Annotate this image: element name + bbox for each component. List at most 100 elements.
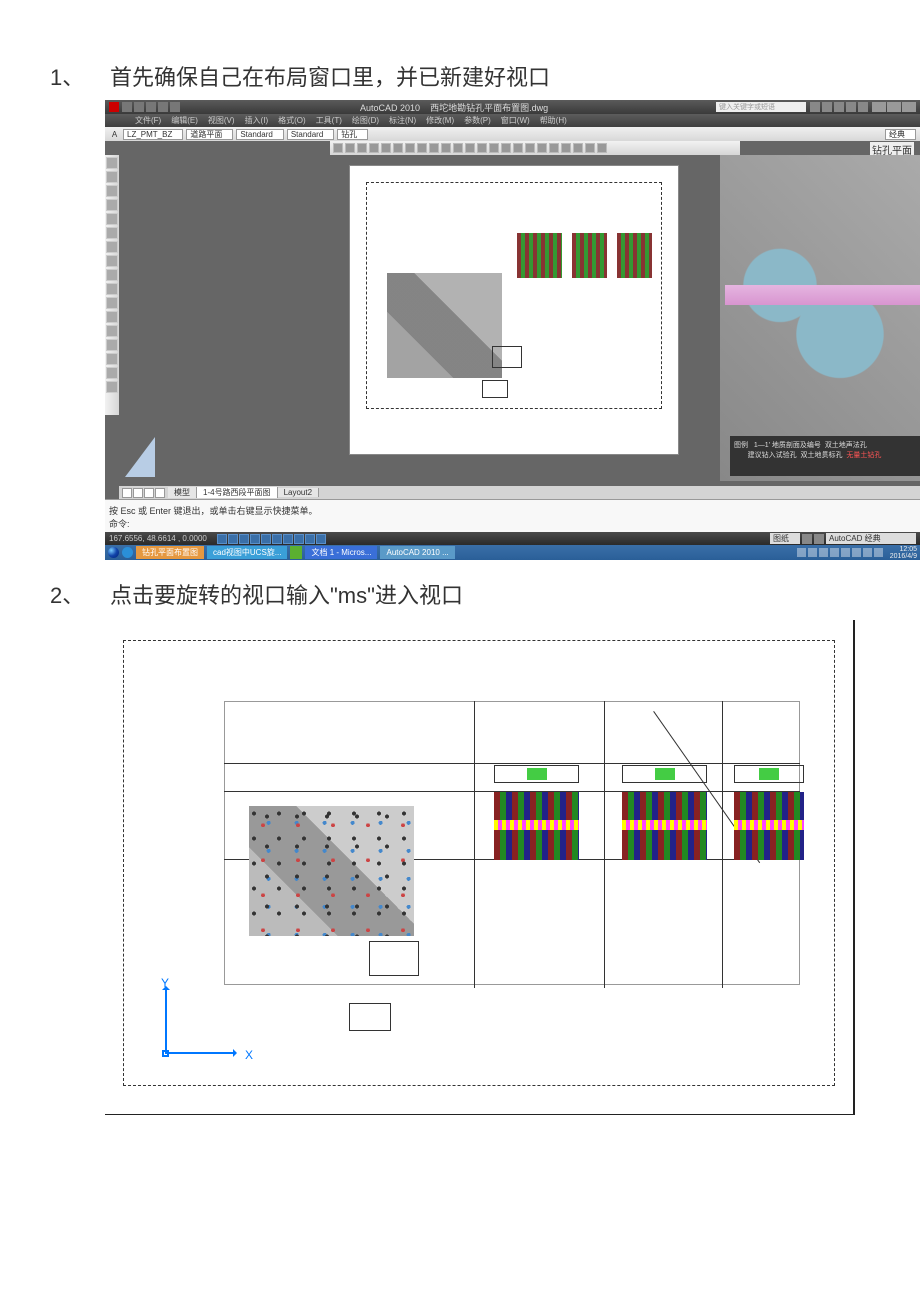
- preview-icon[interactable]: [381, 143, 391, 153]
- viewport-frame[interactable]: [366, 182, 662, 409]
- tab-layout1[interactable]: 1-4号路西段平面图: [197, 487, 278, 498]
- matchprop-icon[interactable]: [441, 143, 451, 153]
- space-label[interactable]: 图纸: [770, 533, 800, 544]
- tray-icon[interactable]: [863, 548, 872, 557]
- mtext-icon[interactable]: [106, 381, 118, 393]
- revcloud-icon[interactable]: [106, 255, 118, 267]
- calc-icon[interactable]: [585, 143, 595, 153]
- command-window[interactable]: 按 Esc 或 Enter 键退出，或单击右键显示快捷菜单。 命令:: [105, 499, 920, 532]
- lineweight-icon[interactable]: A: [109, 130, 120, 139]
- layer-dropdown-2[interactable]: 道路平面: [186, 129, 233, 140]
- current-layer-dropdown[interactable]: 钻孔: [337, 129, 368, 140]
- pline-icon[interactable]: [106, 185, 118, 197]
- toolpalette-icon[interactable]: [549, 143, 559, 153]
- exchange-icon[interactable]: [834, 102, 844, 112]
- workspace-dropdown[interactable]: 经典: [885, 129, 916, 140]
- ie-pinned-icon[interactable]: [122, 547, 133, 558]
- properties-icon[interactable]: [525, 143, 535, 153]
- dimstyle-dropdown[interactable]: Standard: [287, 129, 334, 140]
- qat-new-icon[interactable]: [122, 102, 132, 112]
- tab-model[interactable]: 模型: [168, 487, 197, 498]
- subscription-icon[interactable]: [822, 102, 832, 112]
- tray-icon[interactable]: [808, 548, 817, 557]
- dcenter-icon[interactable]: [537, 143, 547, 153]
- tab-prev-icon[interactable]: [133, 488, 143, 498]
- tab-layout2[interactable]: Layout2: [278, 488, 319, 497]
- tab-last-icon[interactable]: [155, 488, 165, 498]
- pan-icon[interactable]: [477, 143, 487, 153]
- lwt-toggle[interactable]: [305, 534, 315, 544]
- tray-icon[interactable]: [797, 548, 806, 557]
- menu-parametric[interactable]: 参数(P): [464, 115, 491, 126]
- zoom-window-icon[interactable]: [501, 143, 511, 153]
- menu-insert[interactable]: 插入(I): [245, 115, 269, 126]
- ducs-toggle[interactable]: [283, 534, 293, 544]
- paste-icon[interactable]: [429, 143, 439, 153]
- menu-edit[interactable]: 编辑(E): [171, 115, 198, 126]
- arc-icon[interactable]: [106, 227, 118, 239]
- tray-icon[interactable]: [819, 548, 828, 557]
- qp-toggle[interactable]: [316, 534, 326, 544]
- close-button[interactable]: [902, 102, 916, 112]
- qat-undo-icon[interactable]: [158, 102, 168, 112]
- menu-modify[interactable]: 修改(M): [426, 115, 454, 126]
- new-icon[interactable]: [333, 143, 343, 153]
- ellipse-icon[interactable]: [106, 283, 118, 295]
- qat-open-icon[interactable]: [134, 102, 144, 112]
- tray-icon[interactable]: [852, 548, 861, 557]
- ortho-toggle[interactable]: [239, 534, 249, 544]
- taskbar-item-5[interactable]: AutoCAD 2010 ...: [380, 546, 454, 559]
- cut-icon[interactable]: [405, 143, 415, 153]
- markup-icon[interactable]: [573, 143, 583, 153]
- open-icon[interactable]: [345, 143, 355, 153]
- snap-toggle[interactable]: [217, 534, 227, 544]
- osnap-toggle[interactable]: [261, 534, 271, 544]
- taskbar-item-4[interactable]: 文档 1 - Micros...: [305, 546, 377, 559]
- otrack-toggle[interactable]: [272, 534, 282, 544]
- copy-icon[interactable]: [417, 143, 427, 153]
- start-orb-icon[interactable]: [108, 547, 119, 558]
- menu-format[interactable]: 格式(O): [278, 115, 306, 126]
- circle-icon[interactable]: [106, 241, 118, 253]
- point-icon[interactable]: [106, 325, 118, 337]
- tab-next-icon[interactable]: [144, 488, 154, 498]
- redo-icon[interactable]: [465, 143, 475, 153]
- maximize-button[interactable]: [887, 102, 901, 112]
- polygon-icon[interactable]: [106, 199, 118, 211]
- grid-toggle[interactable]: [228, 534, 238, 544]
- menu-help[interactable]: 帮助(H): [540, 115, 567, 126]
- polar-toggle[interactable]: [250, 534, 260, 544]
- annoscale-icon[interactable]: [814, 534, 824, 544]
- line-icon[interactable]: [106, 157, 118, 169]
- textstyle-dropdown[interactable]: Standard: [236, 129, 283, 140]
- drawing-area[interactable]: 图例 1—1' 地质剖面及编号 双土地声法孔 建议钻入试验孔 双土地贯标孔 无量…: [119, 155, 920, 481]
- zoom-previous-icon[interactable]: [513, 143, 523, 153]
- region-icon[interactable]: [106, 353, 118, 365]
- rectangle-icon[interactable]: [106, 213, 118, 225]
- qat-save-icon[interactable]: [146, 102, 156, 112]
- zoom-realtime-icon[interactable]: [489, 143, 499, 153]
- block-icon[interactable]: [106, 311, 118, 323]
- help2-icon[interactable]: [597, 143, 607, 153]
- tray-icon[interactable]: [830, 548, 839, 557]
- print-icon[interactable]: [369, 143, 379, 153]
- layer-dropdown-1[interactable]: LZ_PMT_BZ: [123, 129, 183, 140]
- table-icon[interactable]: [106, 367, 118, 379]
- save-icon[interactable]: [357, 143, 367, 153]
- help-icon[interactable]: [858, 102, 868, 112]
- hatch-icon[interactable]: [106, 339, 118, 351]
- minimize-button[interactable]: [872, 102, 886, 112]
- publish-icon[interactable]: [393, 143, 403, 153]
- taskbar-item-1[interactable]: 钻孔平面布置图: [136, 546, 204, 559]
- tray-icon[interactable]: [874, 548, 883, 557]
- menu-draw[interactable]: 绘图(D): [352, 115, 379, 126]
- menu-file[interactable]: 文件(F): [135, 115, 161, 126]
- dyn-toggle[interactable]: [294, 534, 304, 544]
- menu-view[interactable]: 视图(V): [208, 115, 235, 126]
- infocenter-icon[interactable]: [810, 102, 820, 112]
- model-preview[interactable]: 图例 1—1' 地质剖面及编号 双土地声法孔 建议钻入试验孔 双土地贯标孔 无量…: [720, 155, 920, 481]
- scale-icon[interactable]: [802, 534, 812, 544]
- taskbar-item-2[interactable]: cad视图中UCS旋...: [207, 546, 287, 559]
- spline-icon[interactable]: [106, 269, 118, 281]
- menu-tools[interactable]: 工具(T): [316, 115, 342, 126]
